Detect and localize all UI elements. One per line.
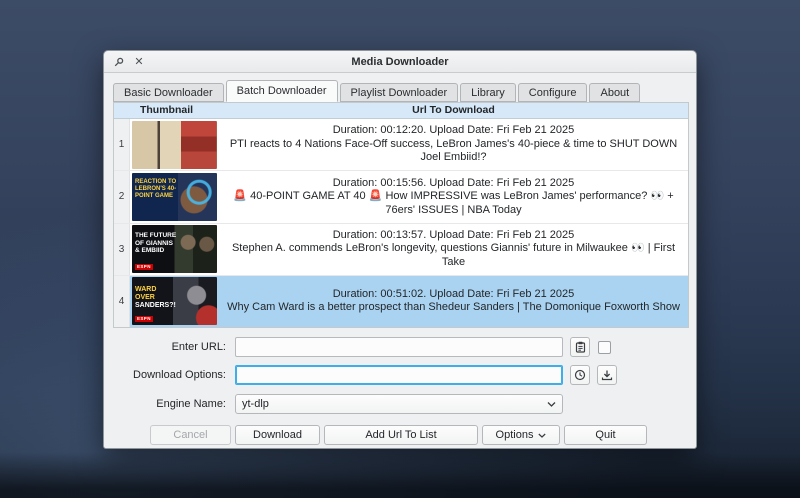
history-button[interactable]	[570, 365, 590, 385]
thumbnail-cell: Ward overSanders?! ESPN	[130, 276, 219, 327]
thumbnail-cell	[130, 119, 219, 170]
video-title: Why Cam Ward is a better prospect than S…	[225, 301, 682, 315]
thumbnail-caption: Reaction to LeBron's 40-point game	[135, 179, 179, 200]
thumbnail-image: The Future of Giannis & Embiid ESPN	[132, 225, 217, 273]
url-cell: Duration: 00:13:57. Upload Date: Fri Feb…	[219, 224, 688, 275]
clipboard-monitor-checkbox[interactable]	[598, 341, 611, 354]
row-number: 4	[114, 276, 130, 327]
video-title: PTI reacts to 4 Nations Face-Off success…	[225, 138, 682, 165]
table-row[interactable]: 1 Duration: 00:12:20. Upload Date: Fri F…	[114, 119, 688, 171]
options-button[interactable]: Options	[482, 425, 560, 445]
tab-basic-downloader[interactable]: Basic Downloader	[113, 83, 224, 102]
url-cell: Duration: 00:51:02. Upload Date: Fri Feb…	[219, 276, 688, 327]
add-url-to-list-button[interactable]: Add Url To List	[324, 425, 478, 445]
video-meta: Duration: 00:12:20. Upload Date: Fri Feb…	[225, 124, 682, 138]
pin-icon[interactable]	[112, 55, 126, 69]
table-row[interactable]: 2 Reaction to LeBron's 40-point game Dur…	[114, 171, 688, 223]
download-options-preset-button[interactable]	[597, 365, 617, 385]
tab-library[interactable]: Library	[460, 83, 516, 102]
engine-name-label: Engine Name:	[113, 398, 226, 410]
thumbnail-cell: The Future of Giannis & Embiid ESPN	[130, 224, 219, 275]
thumbnail-caption: Ward overSanders?!	[135, 286, 175, 310]
thumbnail-image	[132, 121, 217, 169]
thumbnail-cell: Reaction to LeBron's 40-point game	[130, 171, 219, 222]
titlebar[interactable]: ✕ Media Downloader	[104, 51, 696, 73]
row-number: 1	[114, 119, 130, 170]
tab-playlist-downloader[interactable]: Playlist Downloader	[340, 83, 459, 102]
table-row-selected[interactable]: 4 Ward overSanders?! ESPN Duration: 00:5…	[114, 276, 688, 327]
row-number: 2	[114, 171, 130, 222]
window-title: Media Downloader	[104, 56, 696, 68]
cancel-button[interactable]: Cancel	[150, 425, 231, 445]
download-button[interactable]: Download	[235, 425, 320, 445]
enter-url-label: Enter URL:	[113, 341, 226, 353]
video-title: Stephen A. commends LeBron's longevity, …	[225, 242, 682, 269]
table-row[interactable]: 3 The Future of Giannis & Embiid ESPN Du…	[114, 224, 688, 276]
app-window: ✕ Media Downloader Basic Downloader Batc…	[103, 50, 697, 449]
espn-logo: ESPN	[135, 264, 153, 270]
video-meta: Duration: 00:15:56. Upload Date: Fri Feb…	[225, 177, 682, 191]
video-meta: Duration: 00:51:02. Upload Date: Fri Feb…	[225, 288, 682, 302]
tab-batch-downloader[interactable]: Batch Downloader	[226, 80, 338, 102]
thumbnail-image: Ward overSanders?! ESPN	[132, 277, 217, 325]
chevron-down-icon	[547, 401, 556, 407]
paste-clipboard-button[interactable]	[570, 337, 590, 357]
quit-button[interactable]: Quit	[564, 425, 647, 445]
engine-select[interactable]: yt-dlp	[235, 394, 563, 414]
download-options-label: Download Options:	[113, 369, 226, 381]
table-header: Thumbnail Url To Download	[114, 103, 688, 119]
espn-logo: ESPN	[135, 316, 153, 322]
video-meta: Duration: 00:13:57. Upload Date: Fri Feb…	[225, 229, 682, 243]
url-cell: Duration: 00:12:20. Upload Date: Fri Feb…	[219, 119, 688, 170]
column-header-url: Url To Download	[219, 103, 688, 118]
tab-bar: Basic Downloader Batch Downloader Playli…	[113, 80, 642, 102]
url-cell: Duration: 00:15:56. Upload Date: Fri Feb…	[219, 171, 688, 222]
chevron-down-icon	[538, 433, 546, 438]
column-header-thumbnail: Thumbnail	[114, 103, 219, 118]
tab-about[interactable]: About	[589, 83, 640, 102]
engine-selected-value: yt-dlp	[242, 398, 269, 410]
url-input[interactable]	[235, 337, 563, 357]
thumbnail-caption: The Future of Giannis & Embiid	[135, 232, 177, 255]
row-number: 3	[114, 224, 130, 275]
tab-configure[interactable]: Configure	[518, 83, 588, 102]
action-buttons: Cancel Download Add Url To List Options …	[150, 425, 647, 445]
download-list-table: Thumbnail Url To Download 1 Duration: 00…	[113, 102, 689, 328]
video-title: 🚨 40-POINT GAME AT 40 🚨 How IMPRESSIVE w…	[225, 190, 682, 217]
thumbnail-image: Reaction to LeBron's 40-point game	[132, 173, 217, 221]
download-options-input[interactable]	[235, 365, 563, 385]
close-icon[interactable]: ✕	[132, 55, 146, 69]
